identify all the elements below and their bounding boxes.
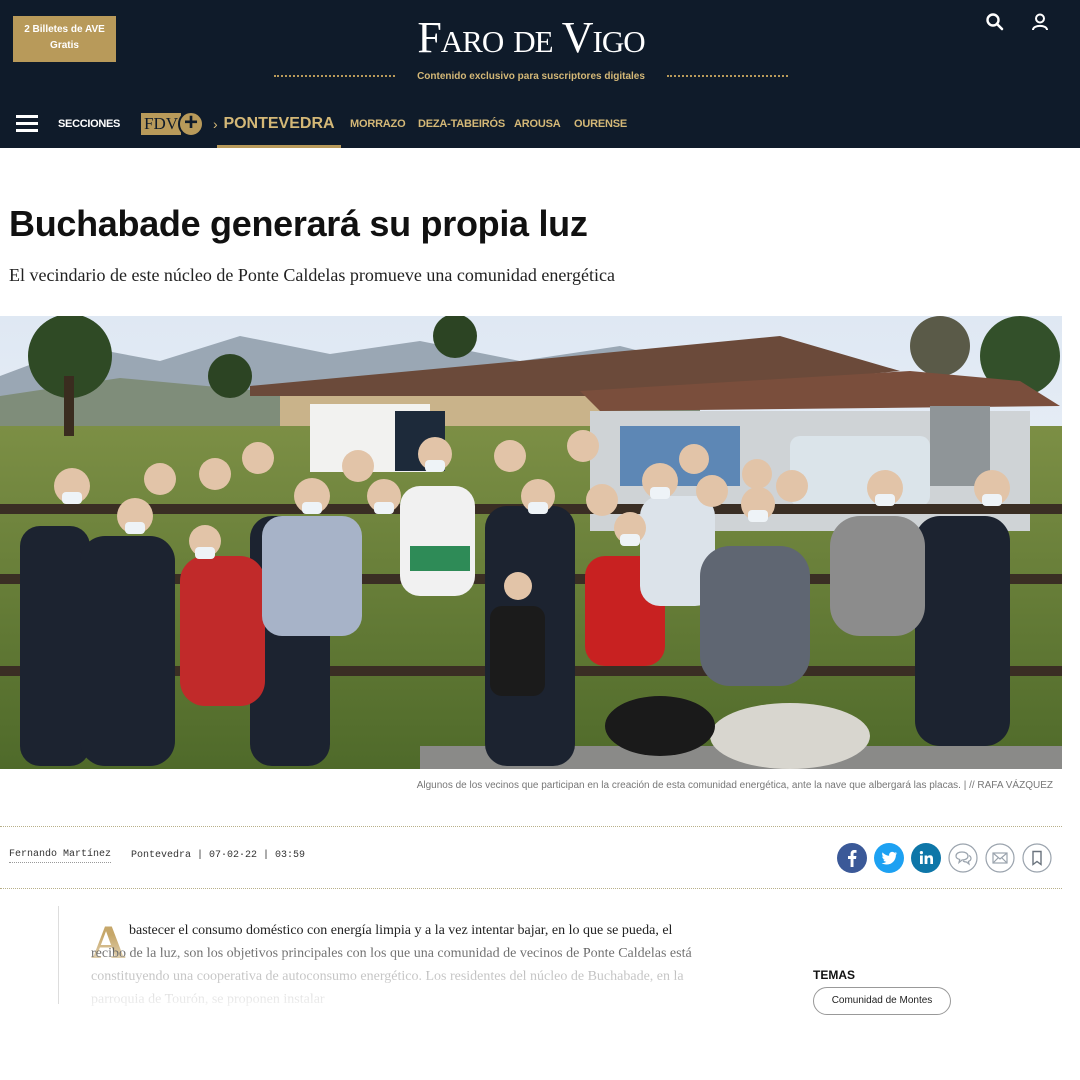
search-icon[interactable]: [985, 12, 1005, 32]
site-header: 2 Billetes de AVE Gratis Faro de Vigo Co…: [0, 0, 1080, 148]
user-icon[interactable]: [1030, 12, 1050, 32]
nav-item-ourense[interactable]: OURENSE: [574, 118, 627, 130]
email-icon[interactable]: [985, 843, 1015, 873]
hamburger-menu-icon[interactable]: [16, 115, 38, 133]
bookmark-icon[interactable]: [1022, 843, 1052, 873]
paywall-fade: [60, 935, 720, 1015]
temas-title: TEMAS: [813, 968, 855, 982]
dateline: Pontevedra | 07·02·22 | 03:59: [131, 850, 306, 861]
tag-comunidad-de-montes[interactable]: Comunidad de Montes: [813, 987, 951, 1015]
meta-divider-top: [0, 826, 1062, 827]
meta-divider-bottom: [0, 888, 1062, 889]
author-link[interactable]: Fernando Martínez: [9, 849, 112, 863]
linkedin-icon[interactable]: [911, 843, 941, 873]
body-left-rule: [58, 906, 59, 1004]
photo-caption: Algunos de los vecinos que participan en…: [416, 780, 1053, 791]
divider: [274, 75, 396, 77]
nav-secciones[interactable]: SECCIONES: [58, 118, 120, 130]
tagline: Contenido exclusivo para suscriptores di…: [417, 70, 645, 82]
fdv-text: FDV: [141, 113, 182, 135]
comments-icon[interactable]: [948, 843, 978, 873]
group-photo-illustration: [0, 316, 1062, 769]
nav-item-morrazo[interactable]: MORRAZO: [350, 118, 406, 130]
nav-item-deza-tabeiros[interactable]: DEZA-TABEIRÓS: [418, 118, 505, 130]
twitter-icon[interactable]: [874, 843, 904, 873]
divider: [666, 75, 788, 77]
nav-item-arousa[interactable]: AROUSA: [514, 118, 561, 130]
plus-icon: +: [178, 111, 205, 137]
nav-item-pontevedra[interactable]: PONTEVEDRA: [217, 102, 341, 148]
article-headline: Buchabade generará su propia luz: [9, 203, 588, 244]
facebook-icon[interactable]: [837, 843, 867, 873]
tagline-bar: Contenido exclusivo para suscriptores di…: [274, 66, 788, 86]
site-logo[interactable]: Faro de Vigo: [0, 12, 1062, 63]
article-subtitle: El vecindario de este núcleo de Ponte Ca…: [9, 265, 615, 285]
fdv-plus-badge[interactable]: FDV +: [141, 111, 211, 137]
article-photo[interactable]: [0, 316, 1062, 769]
main-nav: SECCIONES FDV + › PONTEVEDRA MORRAZO DEZ…: [0, 102, 1080, 148]
